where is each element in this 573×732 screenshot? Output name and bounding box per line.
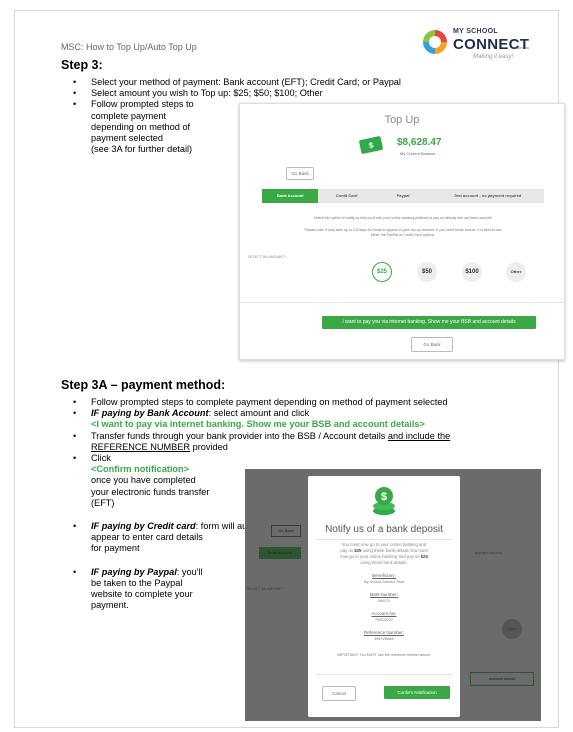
modal-text-part: now go to your online banking and pay us — [340, 554, 421, 559]
step3a-bullet1: Follow prompted steps to complete paymen… — [61, 397, 551, 408]
logo-domain: .com.au — [515, 45, 530, 50]
bg-required-text: payment required — [475, 551, 503, 555]
document-title: MSC: How to Top Up/Auto Top Up — [61, 42, 197, 52]
step3-bullet1: Select your method of payment: Bank acco… — [61, 77, 551, 88]
bsb-label: BSB Number: — [369, 592, 399, 597]
logo-ring-icon — [423, 30, 447, 54]
step3a-b3-text: Transfer funds through your bank provide… — [91, 430, 388, 441]
paypal-label: IF paying by Paypal — [91, 566, 177, 577]
confirm-notification-button[interactable]: Confirm Notification — [384, 686, 450, 699]
reference-value: 4957VBA8A — [374, 637, 394, 641]
account-value: 794576222 — [375, 618, 393, 622]
topup-title: Top Up — [384, 114, 420, 126]
modal-title: Notify us of a bank deposit — [325, 524, 443, 535]
step3a-bullet2: IF paying by Bank Account: select amount… — [61, 408, 551, 430]
bsb-value: 084170 — [378, 599, 390, 603]
modal-text-line: using these bank details. — [360, 560, 408, 565]
modal-text-part: using these bank details.You must — [361, 548, 428, 553]
amount-other-option[interactable]: Other — [506, 262, 526, 282]
modal-instructions: You must now go to your online banking a… — [322, 542, 446, 566]
payment-tabs: Bank Account Credit Card Paypal Test acc… — [262, 189, 544, 203]
notify-modal: $ Notify us of a bank deposit You must n… — [308, 476, 460, 717]
bg-go-back-button: Go Back — [271, 525, 301, 537]
modal-divider — [316, 539, 452, 540]
my-school-connect-logo: MY SCHOOL CONNECT .com.au Making it easy… — [423, 26, 533, 66]
topup-screenshot: Top Up $8,628.47 My Current Balance Go B… — [239, 103, 565, 360]
reference-number-text: REFERENCE NUMBER — [91, 441, 191, 452]
beneficiary-value: My School Connect Trust — [363, 580, 405, 584]
go-back-bottom-button[interactable]: Go Back — [411, 337, 453, 352]
svg-text:$: $ — [381, 491, 387, 503]
divider — [240, 302, 564, 303]
reference-label: Reference Number: — [363, 630, 405, 635]
bank-note-text: Please note, it may take up to 3-5 days … — [304, 228, 502, 237]
step3a-heading: Step 3A – payment method: — [61, 378, 226, 392]
step3a-b3-underlined: and include the — [387, 430, 451, 441]
amount-value: $25 — [420, 554, 428, 559]
amount-25-option[interactable]: $25 — [372, 262, 392, 282]
select-amount-label: SELECT AN AMOUNT * — [248, 255, 287, 259]
amount-100-option[interactable]: $100 — [462, 262, 482, 282]
modal-text-part: pay us — [340, 548, 355, 553]
go-back-button[interactable]: Go Back — [286, 167, 314, 180]
step3a-b2-text: : select amount and click — [208, 408, 310, 419]
step3-bullet2: Select amount you wish to Top up: $25; $… — [61, 88, 551, 99]
step3a-b6-line: : you'll — [176, 566, 203, 577]
pay-internet-banking-button[interactable]: I want to pay you via internet banking. … — [322, 316, 536, 329]
cancel-button[interactable]: Cancel — [322, 686, 356, 701]
logo-line1: MY SCHOOL — [453, 28, 498, 35]
bank-account-label: IF paying by Bank Account — [91, 408, 209, 419]
account-label: Account No: — [371, 611, 397, 616]
coins-icon: $ — [373, 487, 395, 515]
bank-info-text: Select this option to notify us that you… — [313, 216, 493, 220]
money-icon — [358, 135, 384, 155]
beneficiary-label: Beneficiary: — [371, 573, 396, 578]
tab-credit-card[interactable]: Credit Card — [318, 189, 374, 203]
credit-card-label: IF paying by Credit card — [91, 521, 196, 532]
current-balance: $8,628.47 — [397, 137, 442, 148]
modal-divider — [316, 674, 452, 675]
bank-deposit-screenshot: Go Back Bank Account payment required SE… — [245, 469, 541, 721]
tab-test-account[interactable]: Test account - no payment required — [431, 189, 544, 203]
important-note: IMPORTANT: You MUST use the reference nu… — [337, 653, 431, 657]
click-text: Click — [91, 453, 111, 464]
bg-select-label: SELECT AN AMOUNT * — [247, 587, 285, 591]
balance-label: My Current Balance — [400, 151, 436, 156]
bg-other-option: Other — [502, 619, 522, 639]
amount-50-option[interactable]: $50 — [417, 262, 437, 282]
internet-banking-instruction: <I want to pay via internet banking. Sho… — [91, 419, 425, 430]
bg-account-details-button: account details — [470, 672, 534, 686]
logo-tagline: Making it easy! — [473, 54, 514, 60]
step3-heading: Step 3: — [61, 58, 103, 72]
bg-bank-tab: Bank Account — [259, 547, 301, 559]
tab-paypal[interactable]: Paypal — [375, 189, 431, 203]
step3a-b3-end: provided — [190, 441, 228, 452]
tab-bank-account[interactable]: Bank Account — [262, 189, 319, 203]
step3a-bullet3: Transfer funds through your bank provide… — [61, 431, 551, 453]
